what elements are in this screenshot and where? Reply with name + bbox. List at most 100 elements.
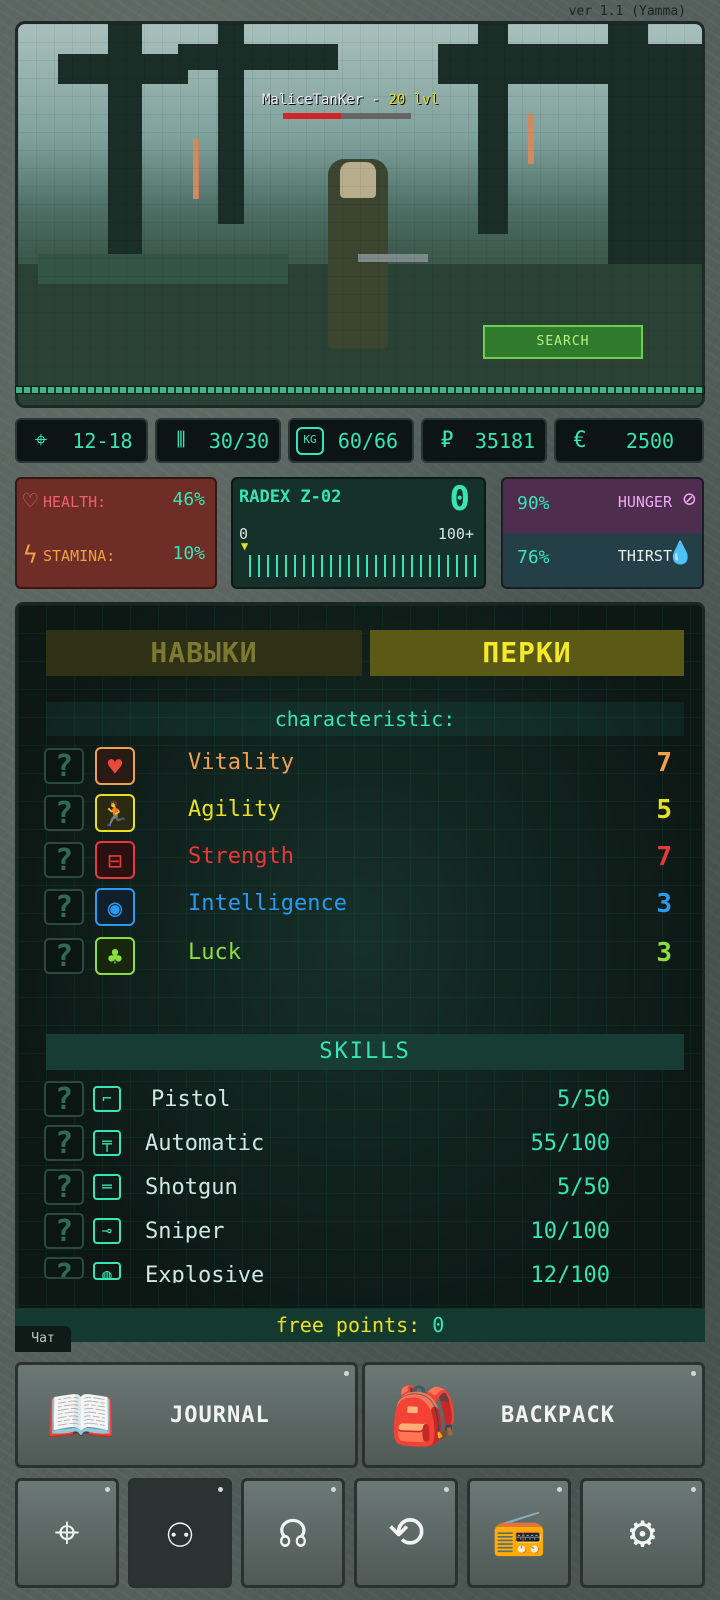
- experience-bar: [15, 386, 705, 394]
- backpack-icon: 🎒: [389, 1384, 460, 1449]
- map-icon: ⌖: [54, 1507, 80, 1558]
- radiation-meter: RADEX Z-02 0 0 100+ ▼: [231, 477, 486, 589]
- enemy-health-fill: [283, 113, 341, 119]
- euro-stat: € 2500: [554, 418, 704, 463]
- nav-trade-button[interactable]: ⟲: [354, 1478, 458, 1588]
- weight-icon: KG: [296, 426, 324, 455]
- vitals-panel: ♡ HEALTH: 46% ϟ STAMINA: 10%: [15, 477, 217, 589]
- backpack-button[interactable]: 🎒 BACKPACK: [362, 1362, 705, 1468]
- radex-pointer-icon: ▼: [241, 539, 249, 553]
- lightning-icon: ϟ: [23, 541, 38, 569]
- free-points: free points: 0: [15, 1308, 705, 1342]
- chat-button[interactable]: Чат: [15, 1326, 71, 1352]
- luck-label: Luck: [188, 940, 241, 965]
- health-label: HEALTH:: [43, 493, 107, 511]
- agility-help-button[interactable]: ?: [44, 795, 84, 831]
- enemy-name-label: MaliceTanKer - 20 lvl: [262, 92, 440, 108]
- hunger-label: HUNGER: [617, 493, 672, 511]
- nav-settings-button[interactable]: ⚙: [580, 1478, 705, 1588]
- explosive-help-button[interactable]: ?: [44, 1257, 84, 1279]
- strength-help-button[interactable]: ?: [44, 842, 84, 878]
- water-drop-icon: 💧: [666, 541, 694, 566]
- ammo-stat: ⦀ 30/30: [155, 418, 281, 463]
- hunger-value: 90%: [517, 493, 550, 514]
- free-points-label: free points:: [275, 1313, 421, 1337]
- running-man-icon: 🏃: [95, 794, 135, 832]
- trade-icon: ⟲: [387, 1507, 425, 1558]
- sniper-help-button[interactable]: ?: [44, 1213, 84, 1249]
- thirst-label: THIRST: [617, 547, 672, 565]
- nav-map-button[interactable]: ⌖: [15, 1478, 119, 1588]
- sniper-rifle-icon: ⊸: [93, 1218, 121, 1244]
- tab-perks[interactable]: ПЕРКИ: [370, 630, 684, 676]
- radex-scale: [249, 555, 479, 577]
- character-tree-icon: ⚇: [166, 1507, 194, 1558]
- radex-title: RADEX Z-02: [239, 487, 342, 507]
- characteristics-title: characteristic:: [46, 702, 684, 736]
- radiation-value: 0: [449, 479, 470, 519]
- weight-stat: KG 60/66: [288, 418, 414, 463]
- pistol-icon: ⌐: [93, 1086, 121, 1112]
- radex-scale-max: 100+: [437, 525, 474, 543]
- strength-value: 7: [656, 842, 672, 872]
- search-button[interactable]: SEARCH: [483, 325, 643, 359]
- shotgun-value: 5/50: [557, 1175, 610, 1200]
- agility-value: 5: [656, 795, 672, 825]
- automatic-help-button[interactable]: ?: [44, 1125, 84, 1161]
- explosive-value: 12/100: [530, 1263, 610, 1283]
- enemy-health-bar: [283, 113, 411, 119]
- dumbbell-icon: ⊟: [95, 841, 135, 879]
- brain-icon: ☊: [279, 1507, 307, 1558]
- automatic-label: Automatic: [145, 1131, 265, 1156]
- stamina-label: STAMINA:: [43, 547, 116, 565]
- grenade-icon: ◍: [93, 1262, 121, 1280]
- pistol-value: 5/50: [557, 1087, 610, 1112]
- health-value: 46%: [172, 489, 205, 510]
- free-points-value: 0: [432, 1313, 445, 1337]
- shotgun-help-button[interactable]: ?: [44, 1169, 84, 1205]
- shotgun-icon: ═: [93, 1174, 121, 1200]
- skills-title: SKILLS: [46, 1034, 684, 1070]
- sniper-value: 10/100: [530, 1219, 610, 1244]
- pistol-help-button[interactable]: ?: [44, 1081, 84, 1117]
- stamina-value: 10%: [172, 543, 205, 564]
- nav-character-button[interactable]: ⚇: [128, 1478, 232, 1588]
- intelligence-label: Intelligence: [188, 891, 347, 916]
- vitality-label: Vitality: [188, 750, 294, 775]
- clover-icon: ♣: [95, 937, 135, 975]
- journal-button[interactable]: 📖 JOURNAL: [15, 1362, 358, 1468]
- radio-icon: 📻: [491, 1507, 547, 1558]
- ammo-icon: ⦀: [176, 428, 186, 453]
- heart-icon: ♡: [23, 487, 38, 515]
- heartbeat-icon: ♥: [95, 747, 135, 785]
- crosshair-icon: ⌖: [34, 428, 48, 453]
- vitality-help-button[interactable]: ?: [44, 748, 84, 784]
- euro-icon: €: [573, 428, 587, 453]
- damage-stat: ⌖ 12-18: [15, 418, 148, 463]
- settings-icon: ⚙: [629, 1507, 656, 1558]
- book-icon: 📖: [46, 1384, 117, 1449]
- luck-value: 3: [656, 938, 672, 968]
- explosive-label: Explosive: [145, 1263, 265, 1283]
- strength-label: Strength: [188, 844, 294, 869]
- tab-skills[interactable]: НАВЫКИ: [46, 630, 362, 676]
- needs-panel: 90% HUNGER ⊘ 76% THIRST 💧: [501, 477, 704, 589]
- agility-label: Agility: [188, 797, 281, 822]
- thirst-value: 76%: [517, 547, 550, 568]
- shotgun-label: Shotgun: [145, 1175, 238, 1200]
- luck-help-button[interactable]: ?: [44, 938, 84, 974]
- version-label: ver 1.1 (Yamma): [568, 4, 686, 19]
- sniper-label: Sniper: [145, 1219, 225, 1244]
- intelligence-help-button[interactable]: ?: [44, 889, 84, 925]
- rifle-icon: ╤: [93, 1130, 121, 1156]
- hunger-icon: ⊘: [682, 487, 696, 512]
- rubles-stat: ₽ 35181: [421, 418, 547, 463]
- pistol-label: Pistol: [151, 1087, 231, 1112]
- ruble-icon: ₽: [440, 428, 454, 453]
- head-brain-icon: ◉: [95, 888, 135, 926]
- nav-radio-button[interactable]: 📻: [467, 1478, 571, 1588]
- automatic-value: 55/100: [530, 1131, 610, 1156]
- nav-skills-button[interactable]: ☊: [241, 1478, 345, 1588]
- vitality-value: 7: [656, 748, 672, 778]
- intelligence-value: 3: [656, 889, 672, 919]
